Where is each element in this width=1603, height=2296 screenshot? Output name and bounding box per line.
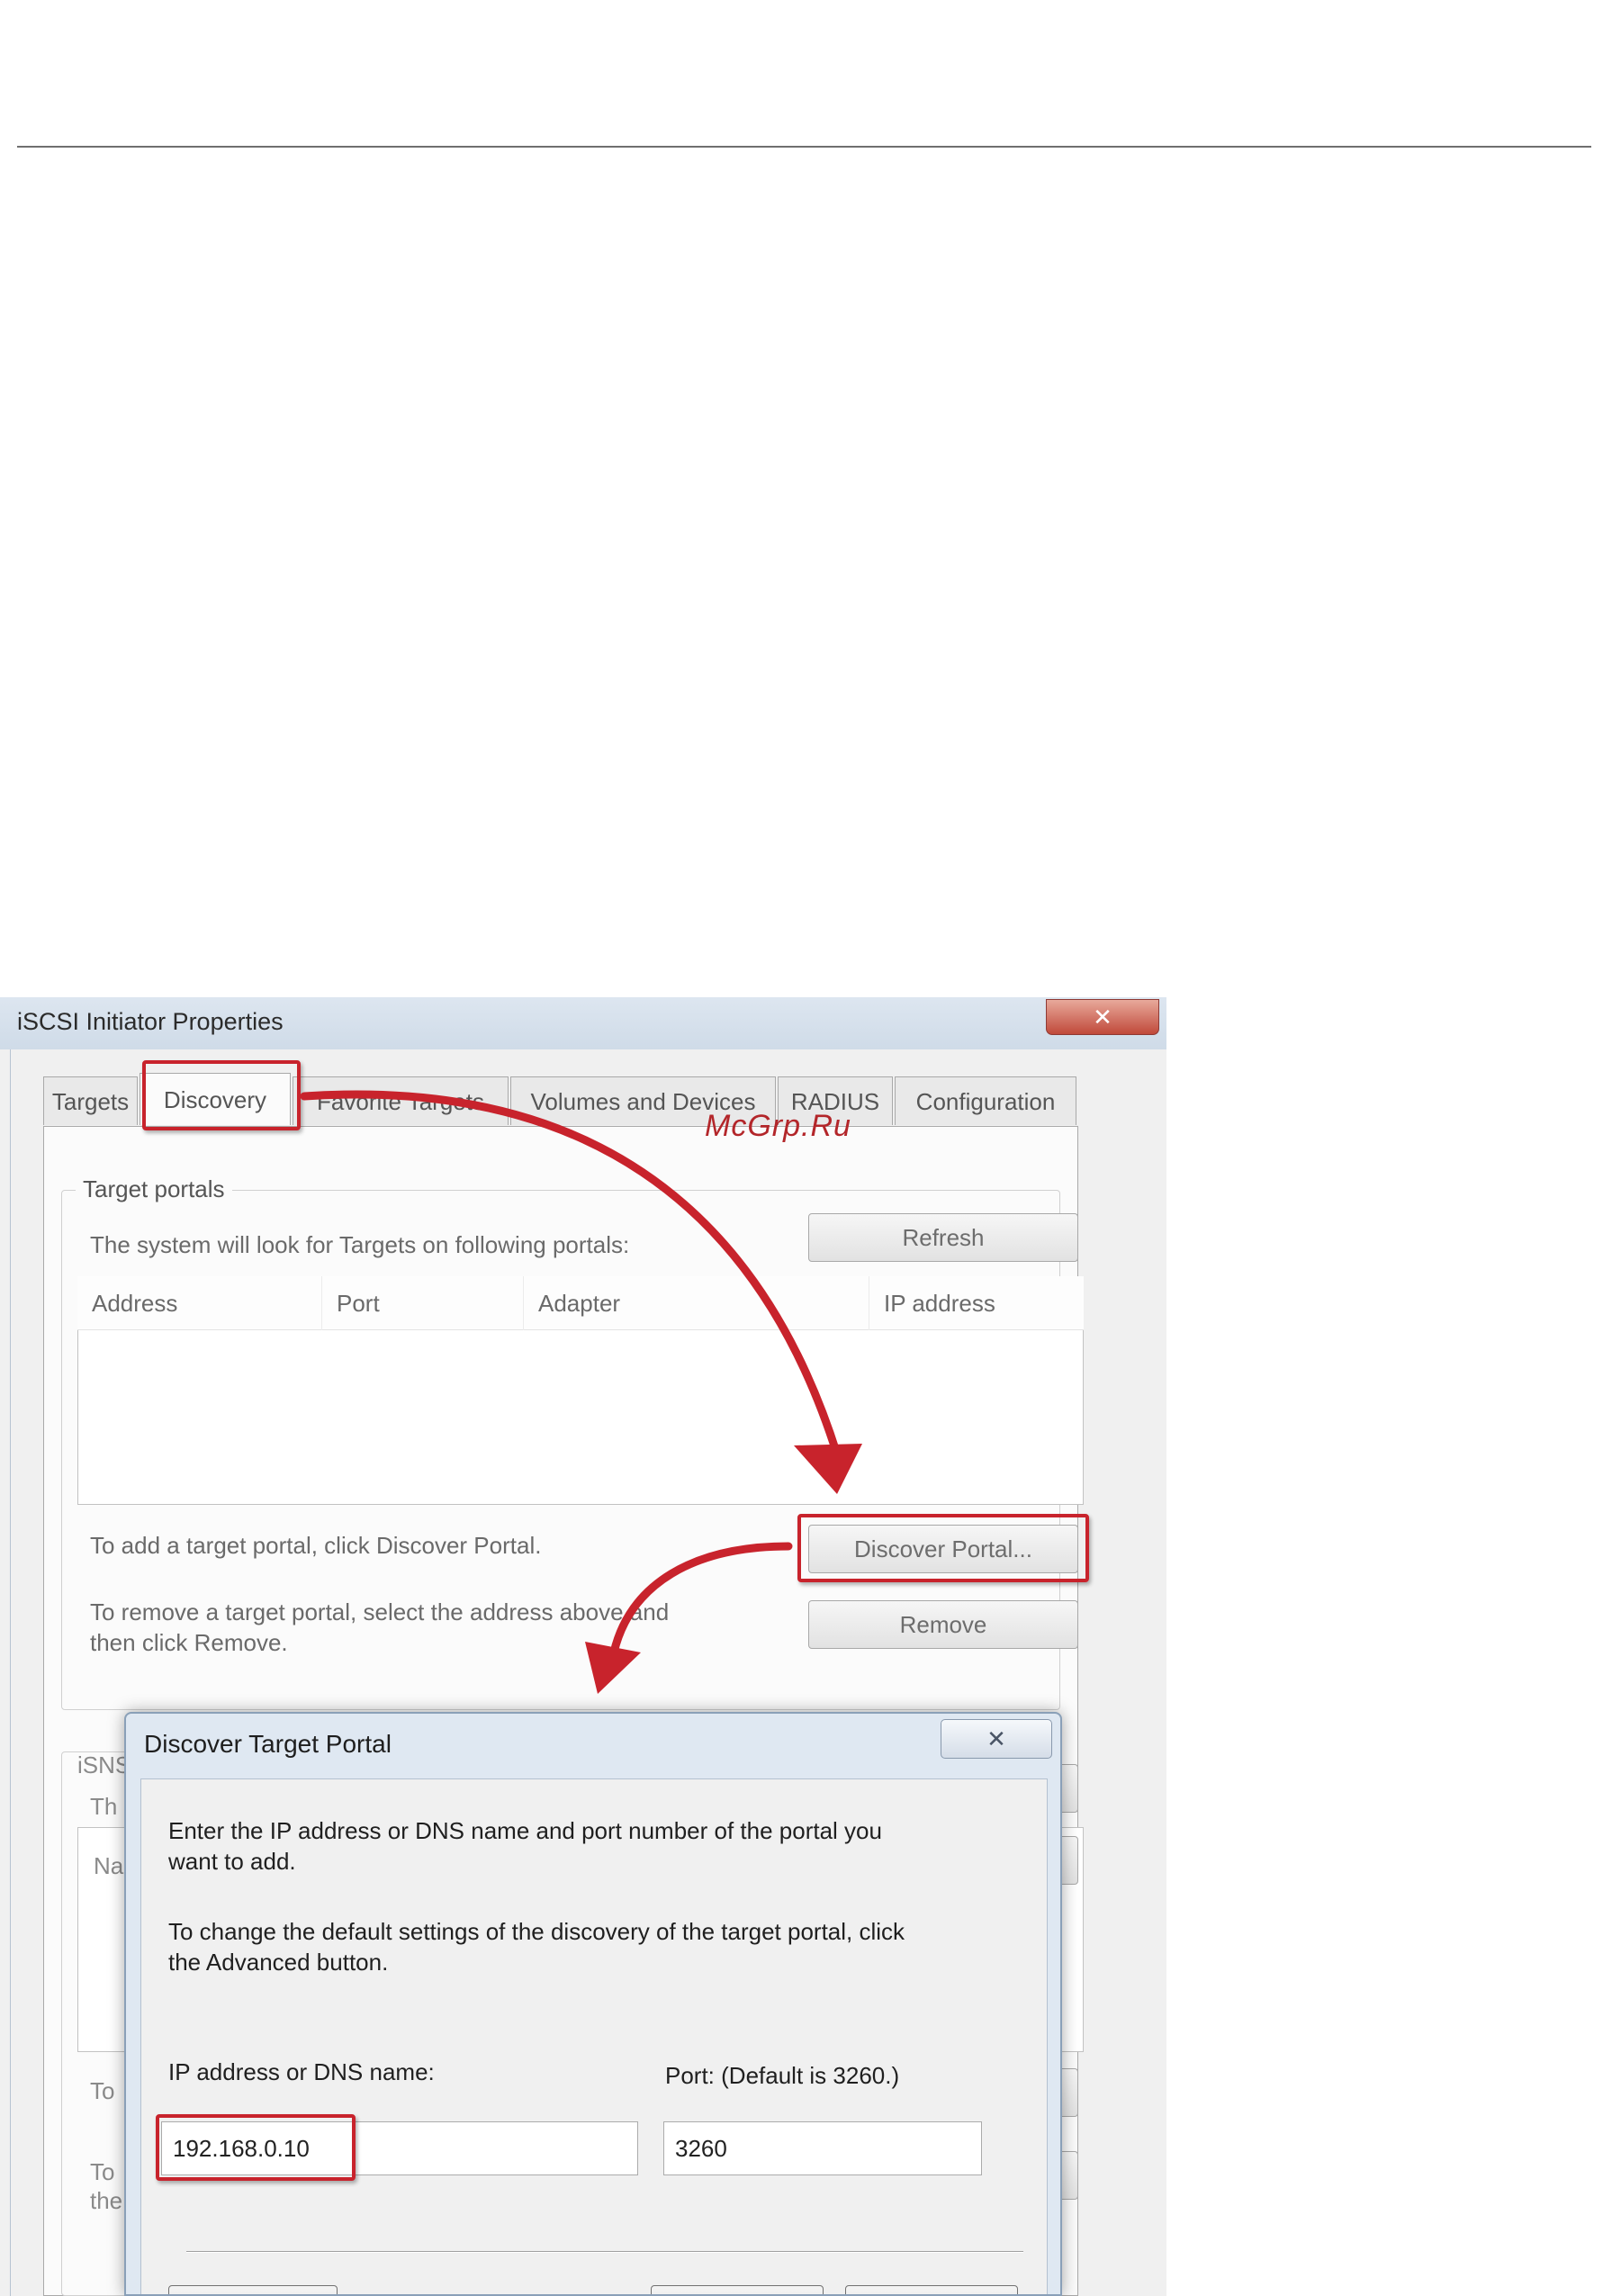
- arrow-discover-portal-to-dialog: [609, 1542, 793, 1657]
- arrow-discovery-to-discover-portal: [300, 1090, 842, 1459]
- instruction-arrows: [300, 1090, 862, 1694]
- arrow-head-2: [585, 1642, 641, 1694]
- arrow-head-1: [794, 1444, 862, 1494]
